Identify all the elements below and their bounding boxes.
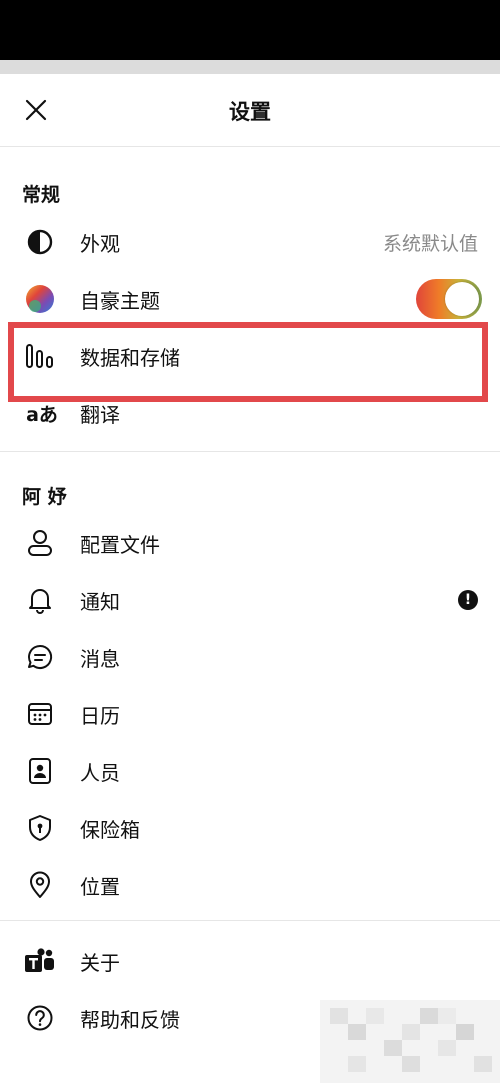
- half-circle-icon: [24, 226, 56, 258]
- alert-badge: !: [458, 590, 478, 610]
- settings-item-label: 外观: [80, 231, 120, 256]
- settings-item-label: 消息: [80, 646, 120, 671]
- page-title: 设置: [229, 100, 271, 124]
- bell-icon: [24, 584, 56, 616]
- color-wheel-icon: [24, 283, 56, 315]
- section-title-account: 阿 妤: [22, 486, 67, 508]
- settings-item-location[interactable]: 位置: [0, 857, 500, 913]
- appearance-value: 系统默认值: [382, 232, 478, 255]
- section-divider: [0, 451, 500, 452]
- settings-item-label: 关于: [80, 950, 120, 975]
- section-divider: [0, 920, 500, 921]
- settings-item-label: 数据和存储: [80, 345, 180, 370]
- bars-chart-icon: [24, 340, 56, 372]
- calendar-icon: [24, 698, 56, 730]
- settings-item-data-storage[interactable]: 数据和存储: [0, 328, 500, 384]
- settings-item-label: 人员: [80, 760, 120, 785]
- settings-item-about[interactable]: 关于: [0, 933, 500, 989]
- settings-item-pride-theme: 自豪主题: [0, 271, 500, 327]
- question-circle-icon: [24, 1002, 56, 1034]
- settings-item-label: 日历: [80, 703, 120, 728]
- translate-icon: aあ: [22, 397, 62, 429]
- settings-item-label: 自豪主题: [80, 288, 160, 313]
- toggle-knob: [445, 282, 479, 316]
- settings-screen: 设置 常规 外观 系统默认值 自豪主题 数据和存储 aあ 翻译 阿 妤 配置文件…: [0, 0, 500, 1083]
- settings-item-messages[interactable]: 消息: [0, 629, 500, 685]
- settings-item-label: 通知: [80, 589, 120, 614]
- sheet-backdrop: [0, 60, 500, 74]
- settings-item-label: 帮助和反馈: [80, 1007, 180, 1032]
- settings-header: 设置: [0, 74, 500, 147]
- settings-item-notifications[interactable]: 通知 !: [0, 572, 500, 628]
- settings-sheet: 设置 常规 外观 系统默认值 自豪主题 数据和存储 aあ 翻译 阿 妤 配置文件…: [0, 74, 500, 1083]
- settings-item-calendar[interactable]: 日历: [0, 686, 500, 742]
- contact-book-icon: [24, 755, 56, 787]
- shield-keyhole-icon: [24, 812, 56, 844]
- settings-item-profile[interactable]: 配置文件: [0, 515, 500, 571]
- settings-item-label: 位置: [80, 874, 120, 899]
- mosaic-watermark: [320, 1000, 500, 1083]
- translate-icon-glyph: aあ: [26, 403, 58, 426]
- status-bar: [0, 0, 500, 60]
- teams-logo-icon: [24, 945, 56, 977]
- settings-item-label: 配置文件: [80, 532, 160, 557]
- settings-item-translate[interactable]: aあ 翻译: [0, 385, 500, 441]
- settings-item-label: 翻译: [80, 402, 120, 427]
- person-icon: [24, 527, 56, 559]
- settings-item-appearance[interactable]: 外观 系统默认值: [0, 214, 500, 270]
- chat-icon: [24, 641, 56, 673]
- section-title-general: 常规: [22, 184, 61, 206]
- pride-theme-toggle[interactable]: [416, 279, 482, 319]
- location-pin-icon: [24, 869, 56, 901]
- settings-item-people[interactable]: 人员: [0, 743, 500, 799]
- settings-item-label: 保险箱: [80, 817, 140, 842]
- settings-item-vault[interactable]: 保险箱: [0, 800, 500, 856]
